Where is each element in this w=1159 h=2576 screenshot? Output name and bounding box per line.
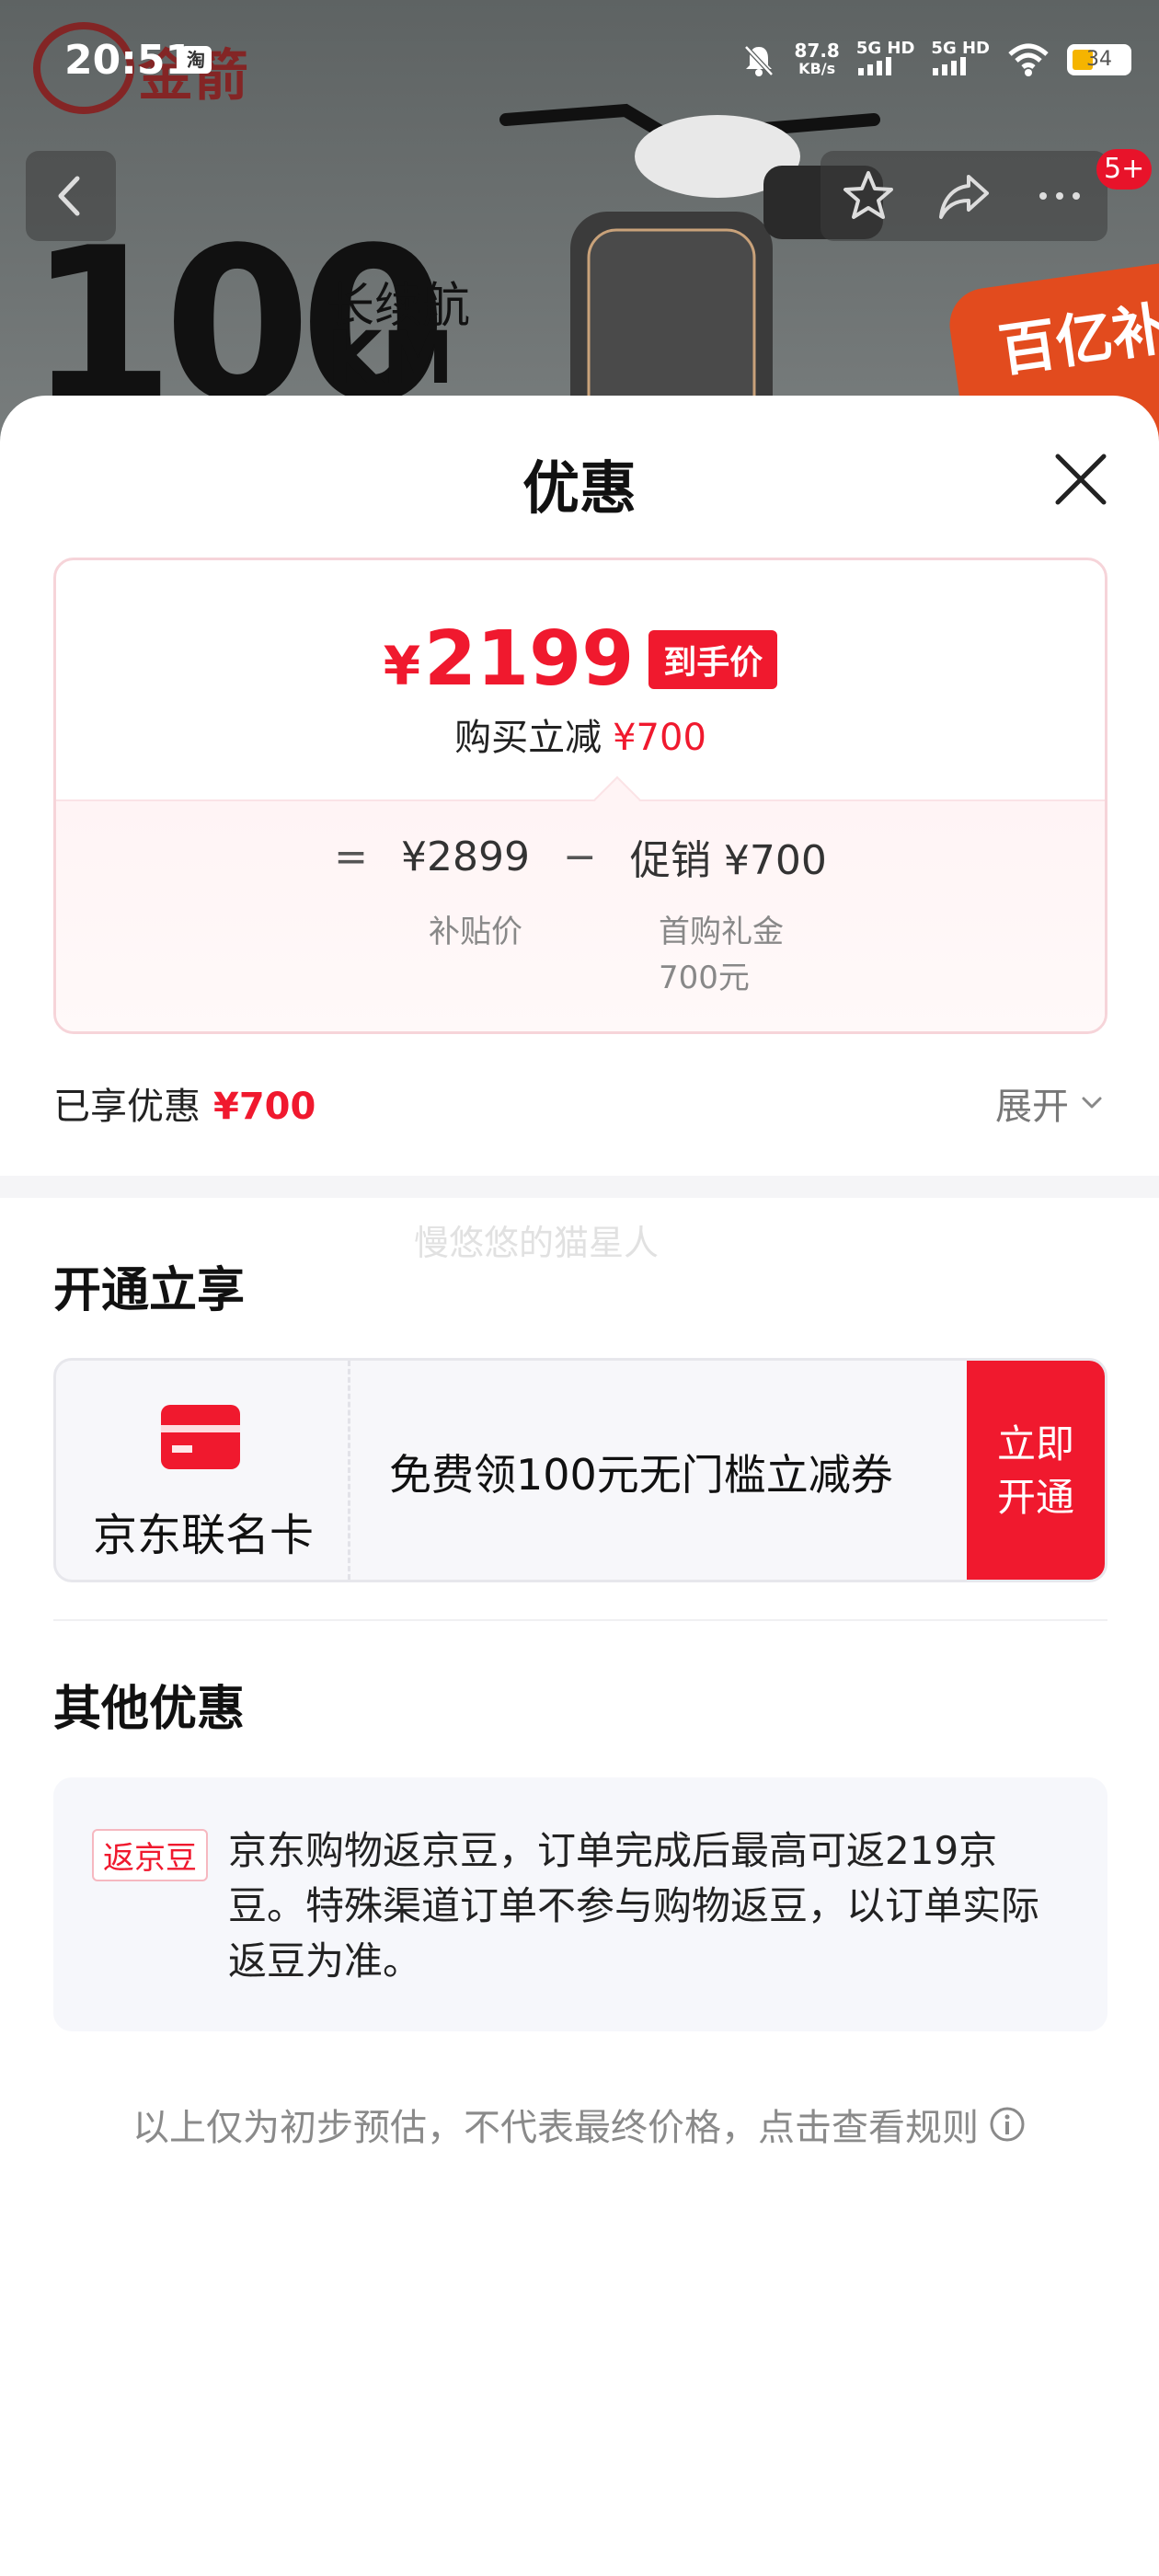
taobao-notification-icon: 淘 (180, 46, 212, 74)
chevron-left-icon (58, 176, 80, 216)
card-offer-text: 免费领100元无门槛立减券 (389, 1450, 893, 1500)
bean-text: 京东购物返京豆，订单完成后最高可返219京豆。特殊渠道订单不参与购物返豆，以订单… (228, 1828, 1040, 1984)
chevron-down-icon (1082, 1097, 1102, 1109)
equals-sign: = (334, 833, 369, 880)
divider (53, 1619, 1107, 1621)
back-button[interactable] (26, 151, 116, 241)
headline-unit: KM (327, 317, 454, 400)
share-icon[interactable] (932, 164, 996, 228)
open-section-title: 开通立享 (53, 1263, 246, 1318)
other-section-title: 其他优惠 (53, 1682, 246, 1737)
info-icon (990, 2107, 1025, 2142)
expand-button[interactable]: 展开 (995, 1076, 1106, 1130)
instant-reduction: 购买立减 ¥700 (454, 717, 706, 759)
card-name: 京东联名卡 (92, 1510, 314, 1561)
star-icon[interactable] (836, 164, 901, 228)
open-now-button[interactable]: 立即 开通 (967, 1361, 1105, 1580)
wifi-icon (1008, 43, 1049, 76)
net-speed: 87.8 KB/s (794, 40, 840, 77)
enjoyed-discount: 已享优惠 ¥700 (53, 1086, 316, 1128)
final-price-tag: 到手价 (648, 629, 778, 689)
subsidy-price: ¥2899 (401, 833, 530, 880)
price-breakdown-card: ¥2199 到手价 购买立减 ¥700 = ¥2899 − 促销 ¥700 补贴价… (53, 558, 1107, 1034)
card-left-panel: 京东联名卡 (56, 1361, 350, 1580)
signal-1: 5G HD (856, 40, 914, 79)
close-icon[interactable] (1049, 447, 1113, 512)
minus-sign: − (563, 833, 597, 880)
final-price: ¥2199 (383, 615, 635, 703)
section-gap (0, 1176, 1159, 1198)
signal-bars-icon (933, 57, 967, 75)
signal-2: 5G HD (931, 40, 990, 79)
discount-sheet: 优惠 ¥2199 到手价 购买立减 ¥700 = ¥2899 − 促销 ¥700 … (0, 396, 1159, 2576)
status-bar: 20:51 淘 87.8 KB/s 5G HD 5G HD 34 (0, 0, 1159, 120)
message-count-badge: 5+ (1096, 149, 1153, 190)
rules-link[interactable]: 以上仅为初步预估，不代表最终价格，点击查看规则 (0, 2098, 1159, 2151)
promo-label: 首购礼金 (659, 914, 784, 950)
credit-card-icon (161, 1405, 240, 1469)
more-icon[interactable] (1027, 164, 1092, 228)
bean-tag: 返京豆 (92, 1829, 208, 1881)
subsidy-price-label: 补贴价 (429, 914, 522, 950)
watermark: 慢悠悠的猫星人 (414, 1223, 660, 1263)
signal-bars-icon (857, 57, 891, 75)
jd-bean-offer: 返京豆 京东购物返京豆，订单完成后最高可返219京豆。特殊渠道订单不参与购物返豆… (53, 1777, 1107, 2031)
status-time: 20:51 (64, 37, 194, 84)
top-action-group (820, 151, 1107, 241)
final-price-row: ¥2199 到手价 (56, 615, 1105, 703)
promo-amount: 促销 ¥700 (629, 837, 827, 884)
price-formula: = ¥2899 − 促销 ¥700 (56, 827, 1105, 886)
battery-icon: 34 (1067, 44, 1131, 75)
sheet-title: 优惠 (522, 454, 637, 522)
co-brand-card-offer[interactable]: 京东联名卡 免费领100元无门槛立减券 立即 开通 (53, 1358, 1107, 1582)
promo-sub-label: 700元 (659, 960, 750, 996)
mute-bell-icon (744, 45, 775, 76)
